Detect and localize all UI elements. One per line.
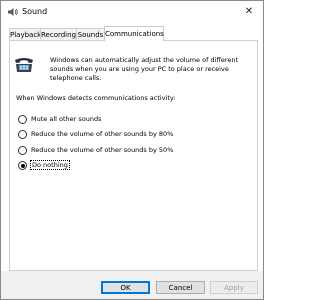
sound-dialog: Sound ✕ Playback Recording Sounds Commun… <box>0 0 264 300</box>
option-label: Reduce the volume of other sounds by 50% <box>31 146 174 154</box>
option-label: Mute all other sounds <box>31 115 102 123</box>
tab-label: Playback <box>10 31 42 39</box>
close-icon: ✕ <box>244 6 254 17</box>
speaker-icon <box>8 8 18 16</box>
window-title: Sound <box>22 7 48 16</box>
option-label: Do nothing <box>30 160 70 170</box>
tab-label: Sounds <box>77 31 104 39</box>
radio-button-selected[interactable] <box>18 161 27 170</box>
close-button[interactable]: ✕ <box>235 1 263 23</box>
option-label: Reduce the volume of other sounds by 80% <box>31 130 174 138</box>
radio-button[interactable] <box>18 115 27 124</box>
radio-button[interactable] <box>18 130 27 139</box>
title-bar[interactable]: Sound ✕ <box>1 1 263 23</box>
tab-label: Recording <box>41 31 77 39</box>
tab-communications[interactable]: Communications <box>104 26 164 41</box>
apply-button[interactable]: Apply <box>210 281 258 294</box>
tab-label: Communications <box>105 30 164 38</box>
radio-dot-icon <box>20 163 25 168</box>
telephone-icon <box>15 58 33 72</box>
radio-button[interactable] <box>18 146 27 155</box>
cancel-button[interactable]: Cancel <box>156 281 205 294</box>
intro-text: Windows can automatically adjust the vol… <box>50 56 239 82</box>
detection-prompt: When Windows detects communications acti… <box>16 94 176 102</box>
ok-button[interactable]: OK <box>101 281 150 294</box>
